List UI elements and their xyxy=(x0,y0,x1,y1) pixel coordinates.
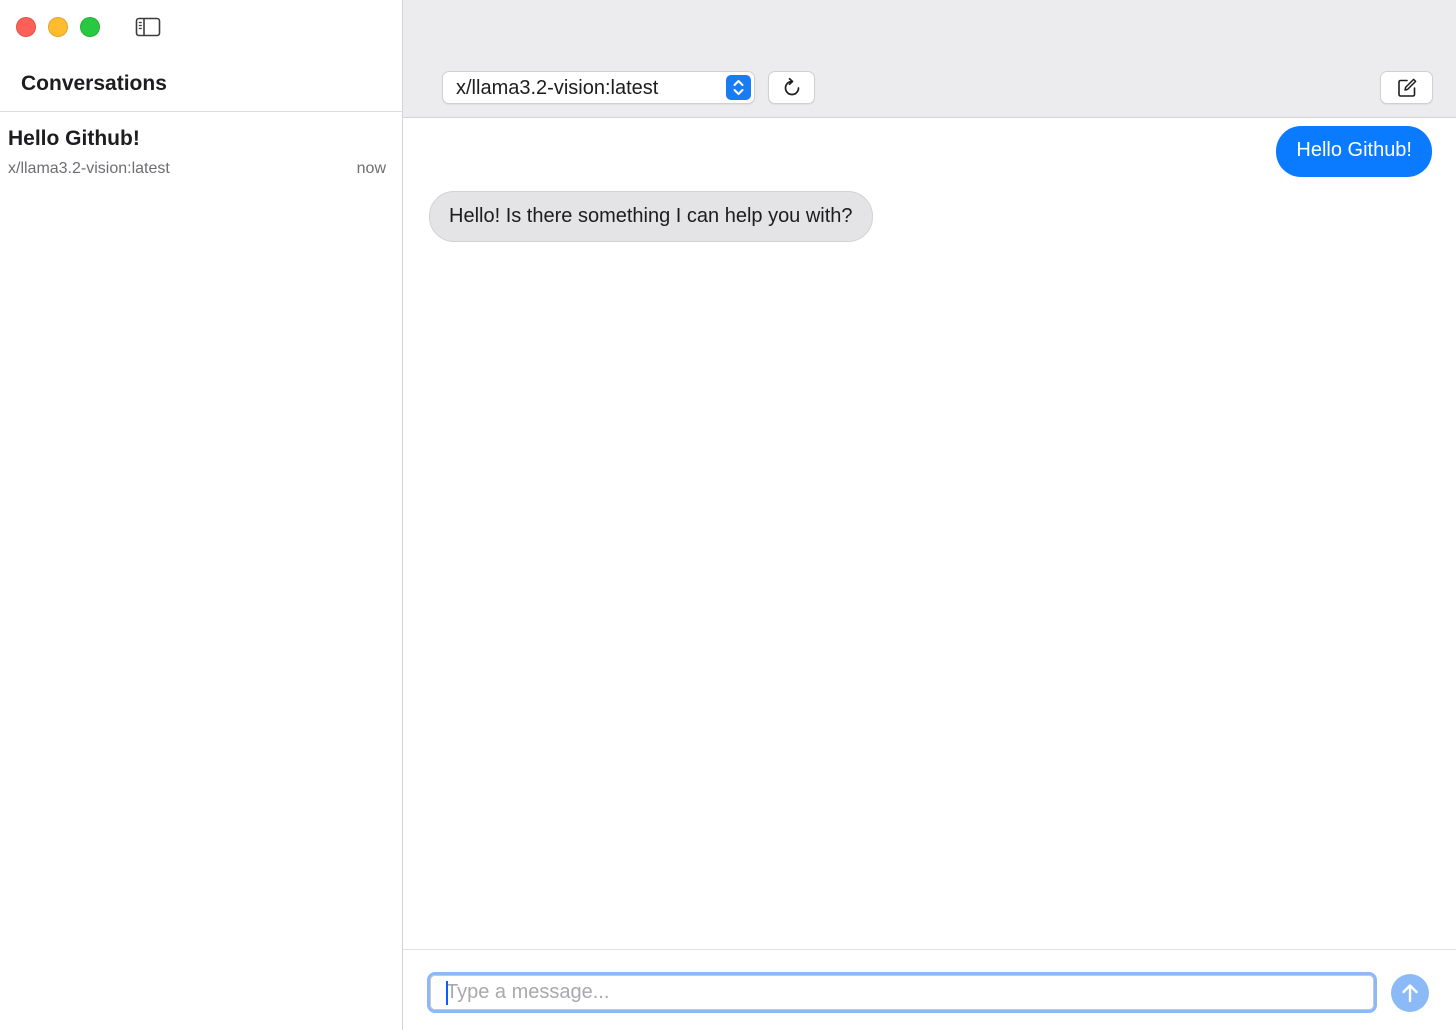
conversation-title: Hello Github! xyxy=(8,127,140,150)
refresh-button[interactable] xyxy=(768,71,815,104)
conversation-list-item[interactable]: Hello Github! x/llama3.2-vision:latest n… xyxy=(0,114,402,186)
sidebar-divider xyxy=(0,111,402,112)
user-message-bubble: Hello Github! xyxy=(1276,126,1432,177)
chat-pane: x/llama3.2-vision:latest Hello Github! H… xyxy=(403,0,1456,1030)
assistant-message-bubble: Hello! Is there something I can help you… xyxy=(429,191,873,242)
minimize-window-button[interactable] xyxy=(48,17,68,37)
model-select-value: x/llama3.2-vision:latest xyxy=(456,77,659,99)
refresh-icon xyxy=(784,77,799,95)
close-window-button[interactable] xyxy=(16,17,36,37)
sidebar: Conversations Hello Github! x/llama3.2-v… xyxy=(0,0,403,1030)
window-controls xyxy=(16,17,100,37)
message-input[interactable] xyxy=(427,972,1377,1013)
conversation-model: x/llama3.2-vision:latest xyxy=(8,160,170,177)
model-select[interactable]: x/llama3.2-vision:latest xyxy=(442,71,755,104)
message-list: Hello Github! Hello! Is there something … xyxy=(403,119,1456,949)
compose-icon xyxy=(1397,78,1416,97)
toolbar: x/llama3.2-vision:latest xyxy=(403,0,1456,118)
sidebar-title: Conversations xyxy=(21,72,167,95)
new-conversation-button[interactable] xyxy=(1380,71,1433,104)
text-caret xyxy=(446,981,448,1005)
sidebar-toggle-icon xyxy=(135,17,161,37)
arrow-up-icon xyxy=(1402,984,1418,1003)
send-button[interactable] xyxy=(1391,974,1429,1012)
chevron-up-down-icon xyxy=(726,75,751,100)
conversation-timestamp: now xyxy=(356,160,386,177)
composer xyxy=(403,949,1456,1030)
zoom-window-button[interactable] xyxy=(80,17,100,37)
sidebar-toggle-button[interactable] xyxy=(134,16,162,38)
